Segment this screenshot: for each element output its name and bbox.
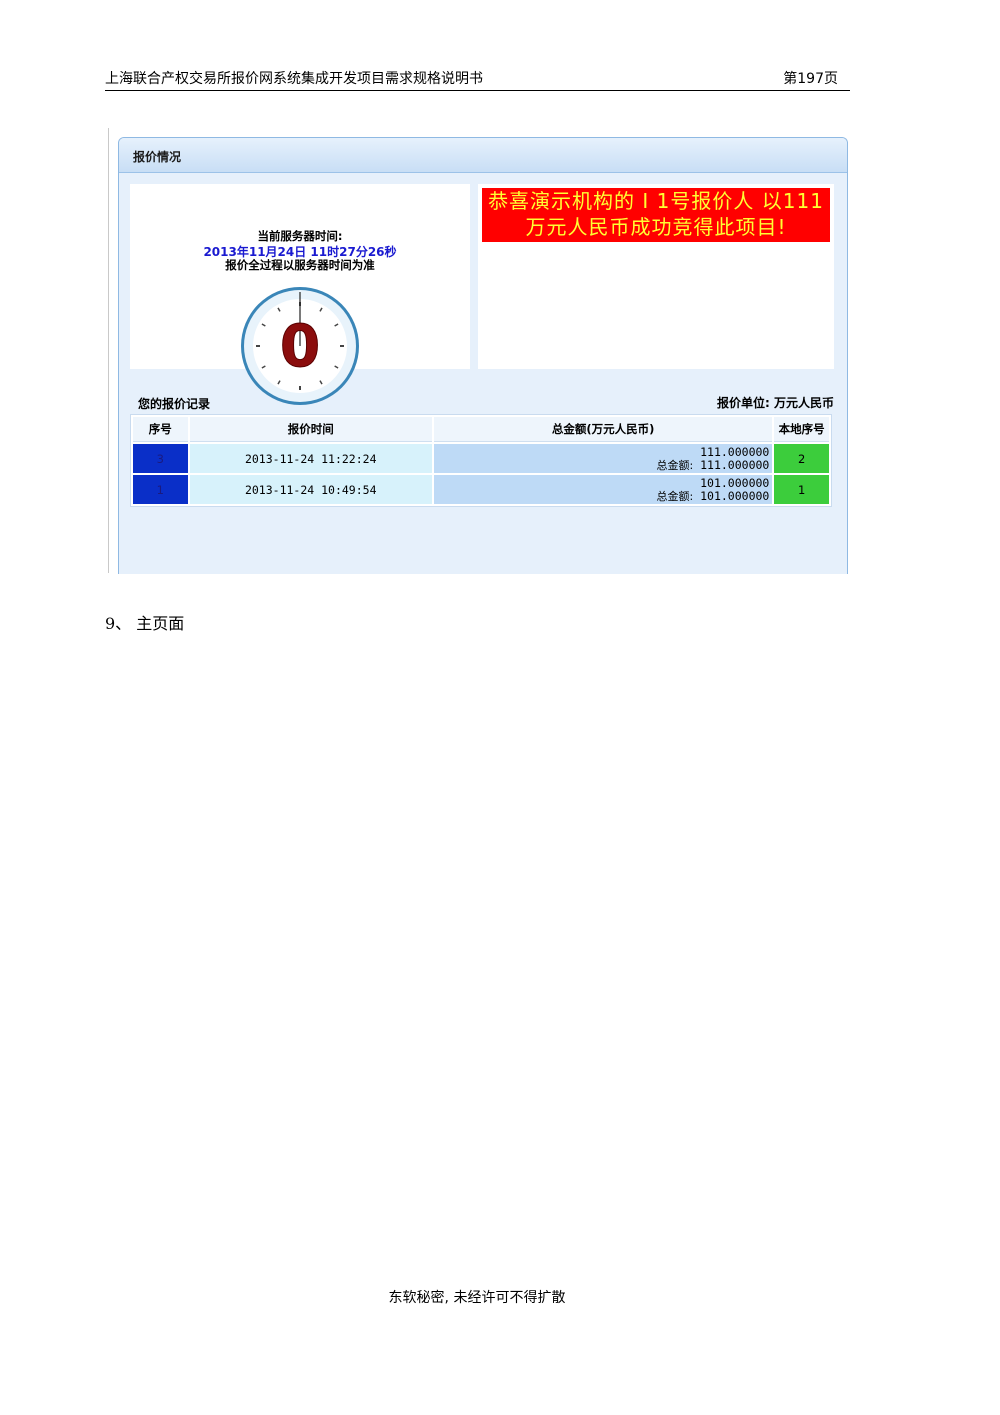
section-heading: 9、 主页面	[105, 614, 185, 633]
col-header-amount: 总金额(万元人民币)	[433, 417, 773, 442]
countdown-digit: 0	[280, 312, 320, 380]
server-time-box: 当前服务器时间: 2013年11月24日 11时27分26秒 报价全过程以服务器…	[130, 184, 470, 405]
document-header: 上海联合产权交易所报价网系统集成开发项目需求规格说明书 第197页	[105, 70, 850, 91]
cell-amount-total: 总金额: 101.000000	[434, 488, 770, 503]
total-value: 101.000000	[700, 488, 770, 503]
bid-status-panel: 报价情况 当前服务器时间: 2013年11月24日 11时27分26秒 报价全过…	[118, 137, 848, 574]
result-box: 恭喜演示机构的 I 1号报价人 以111 万元人民币成功竞得此项目!	[478, 184, 834, 369]
total-label: 总金额:	[656, 489, 694, 503]
cell-amount: 101.000000 总金额: 101.000000	[433, 475, 773, 504]
total-value: 111.000000	[700, 457, 770, 472]
table-header-row: 序号 报价时间 总金额(万元人民币) 本地序号	[133, 417, 829, 442]
cell-amount-total: 总金额: 111.000000	[434, 457, 770, 472]
winner-banner-line1: 恭喜演示机构的 I 1号报价人 以111	[488, 189, 824, 213]
winner-banner: 恭喜演示机构的 I 1号报价人 以111 万元人民币成功竞得此项目!	[482, 188, 830, 242]
bid-unit-label: 报价单位: 万元人民币	[717, 396, 834, 410]
page-number: 第197页	[783, 71, 838, 87]
confidential-footer: 东软秘密, 未经许可不得扩散	[388, 1290, 566, 1306]
cell-time: 2013-11-24 11:22:24	[189, 444, 432, 473]
panel-header: 报价情况	[119, 138, 847, 173]
records-header: 您的报价记录 报价单位: 万元人民币	[130, 388, 834, 412]
server-time-label: 当前服务器时间:	[257, 229, 343, 243]
document-title: 上海联合产权交易所报价网系统集成开发项目需求规格说明书	[105, 71, 483, 87]
records-title: 您的报价记录	[138, 397, 211, 411]
server-time-note: 报价全过程以服务器时间为准	[225, 258, 375, 272]
cell-amount: 111.000000 总金额: 111.000000	[433, 444, 773, 473]
cell-local-seq: 1	[774, 475, 829, 504]
cell-seq: 3	[133, 444, 188, 473]
table-row: 1 2013-11-24 10:49:54 101.000000 总金额: 10…	[133, 475, 829, 504]
winner-banner-line2: 万元人民币成功竞得此项目!	[525, 215, 787, 239]
panel-title: 报价情况	[133, 150, 182, 164]
col-header-local-seq: 本地序号	[774, 417, 829, 442]
cell-local-seq: 2	[774, 444, 829, 473]
cell-time: 2013-11-24 10:49:54	[189, 475, 432, 504]
col-header-time: 报价时间	[189, 417, 432, 442]
cell-seq: 1	[133, 475, 188, 504]
col-header-seq: 序号	[133, 417, 188, 442]
table-row: 3 2013-11-24 11:22:24 111.000000 总金额: 11…	[133, 444, 829, 473]
total-label: 总金额:	[656, 458, 694, 472]
screenshot-left-edge	[108, 128, 109, 573]
bid-records-table: 序号 报价时间 总金额(万元人民币) 本地序号 3 2013-11-24 11:…	[130, 414, 832, 507]
